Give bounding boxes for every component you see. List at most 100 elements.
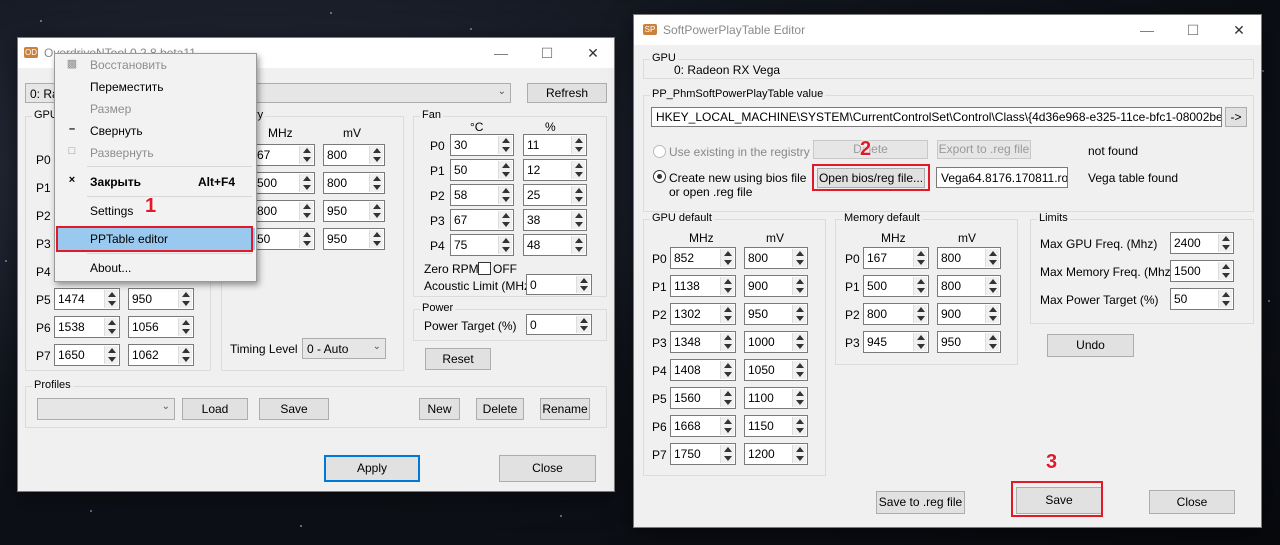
gpu-voltage-stepper[interactable]: 1062: [128, 344, 194, 366]
spin-arrows-icon[interactable]: [498, 136, 512, 154]
editor-titlebar[interactable]: SP SoftPowerPlayTable Editor — ☐ ✕: [634, 15, 1261, 45]
spin-arrows-icon[interactable]: [571, 136, 585, 154]
fan-temp-stepper[interactable]: 50: [450, 159, 514, 181]
registry-go-button[interactable]: ->: [1225, 107, 1247, 127]
spin-arrows-icon[interactable]: [792, 361, 806, 379]
gpu-default-voltage-stepper[interactable]: 950: [744, 303, 808, 325]
memory-default-voltage-stepper[interactable]: 900: [937, 303, 1001, 325]
minimize-icon[interactable]: —: [1124, 15, 1170, 45]
minimize-icon[interactable]: —: [478, 38, 524, 68]
spin-arrows-icon[interactable]: [720, 277, 734, 295]
spin-arrows-icon[interactable]: [104, 346, 118, 364]
menu-move[interactable]: Переместить: [56, 76, 255, 97]
gpu-default-clock-stepper[interactable]: 1560: [670, 387, 736, 409]
menu-about[interactable]: About...: [56, 257, 255, 278]
memory-voltage-stepper[interactable]: 800: [323, 172, 385, 194]
memory-default-voltage-stepper[interactable]: 950: [937, 331, 1001, 353]
menu-maximize[interactable]: □ Развернуть: [56, 142, 255, 163]
use-existing-radio[interactable]: [653, 145, 666, 158]
delete-profile-button[interactable]: Delete: [476, 398, 524, 420]
spin-arrows-icon[interactable]: [792, 249, 806, 267]
save-profile-button[interactable]: Save: [259, 398, 329, 420]
gpu-default-voltage-stepper[interactable]: 900: [744, 275, 808, 297]
gpu-default-clock-stepper[interactable]: 852: [670, 247, 736, 269]
memory-default-clock-stepper[interactable]: 167: [863, 247, 929, 269]
close-button[interactable]: Close: [499, 455, 596, 482]
memory-voltage-stepper[interactable]: 950: [323, 228, 385, 250]
memory-default-clock-stepper[interactable]: 945: [863, 331, 929, 353]
gpu-default-voltage-stepper[interactable]: 1100: [744, 387, 808, 409]
memory-default-voltage-stepper[interactable]: 800: [937, 247, 1001, 269]
gpu-default-voltage-stepper[interactable]: 1050: [744, 359, 808, 381]
spin-arrows-icon[interactable]: [913, 305, 927, 323]
spin-arrows-icon[interactable]: [299, 174, 313, 192]
spin-arrows-icon[interactable]: [985, 249, 999, 267]
spin-arrows-icon[interactable]: [369, 146, 383, 164]
gpu-voltage-stepper[interactable]: 1056: [128, 316, 194, 338]
create-new-radio[interactable]: [653, 170, 666, 183]
spin-arrows-icon[interactable]: [498, 186, 512, 204]
spin-arrows-icon[interactable]: [299, 230, 313, 248]
spin-arrows-icon[interactable]: [369, 174, 383, 192]
undo-button[interactable]: Undo: [1047, 334, 1134, 357]
gpu-default-clock-stepper[interactable]: 1750: [670, 443, 736, 465]
spin-arrows-icon[interactable]: [104, 318, 118, 336]
memory-clock-stepper[interactable]: 500: [253, 172, 315, 194]
spin-arrows-icon[interactable]: [792, 417, 806, 435]
spin-arrows-icon[interactable]: [792, 445, 806, 463]
spin-arrows-icon[interactable]: [985, 277, 999, 295]
fan-temp-stepper[interactable]: 30: [450, 134, 514, 156]
spin-arrows-icon[interactable]: [369, 230, 383, 248]
maximize-icon[interactable]: ☐: [1170, 15, 1216, 45]
memory-default-clock-stepper[interactable]: 500: [863, 275, 929, 297]
spin-arrows-icon[interactable]: [571, 186, 585, 204]
memory-default-clock-stepper[interactable]: 800: [863, 303, 929, 325]
fan-speed-stepper[interactable]: 12: [523, 159, 587, 181]
gpu-default-clock-stepper[interactable]: 1348: [670, 331, 736, 353]
limit-stepper[interactable]: 2400: [1170, 232, 1234, 254]
gpu-default-voltage-stepper[interactable]: 1000: [744, 331, 808, 353]
limit-stepper[interactable]: 1500: [1170, 260, 1234, 282]
fan-speed-stepper[interactable]: 25: [523, 184, 587, 206]
menu-close[interactable]: × Закрыть Alt+F4: [56, 171, 255, 192]
spin-arrows-icon[interactable]: [913, 249, 927, 267]
gpu-clock-stepper[interactable]: 1650: [54, 344, 120, 366]
fan-speed-stepper[interactable]: 38: [523, 209, 587, 231]
power-target-stepper[interactable]: 0: [526, 314, 592, 335]
apply-button[interactable]: Apply: [324, 455, 420, 482]
gpu-default-clock-stepper[interactable]: 1668: [670, 415, 736, 437]
load-button[interactable]: Load: [182, 398, 248, 420]
gpu-default-clock-stepper[interactable]: 1138: [670, 275, 736, 297]
spin-arrows-icon[interactable]: [498, 236, 512, 254]
limit-stepper[interactable]: 50: [1170, 288, 1234, 310]
spin-arrows-icon[interactable]: [985, 333, 999, 351]
gpu-voltage-stepper[interactable]: 950: [128, 288, 194, 310]
fan-speed-stepper[interactable]: 48: [523, 234, 587, 256]
menu-minimize[interactable]: – Свернуть: [56, 120, 255, 141]
close-icon[interactable]: ✕: [570, 38, 616, 68]
spin-arrows-icon[interactable]: [498, 161, 512, 179]
acoustic-limit-stepper[interactable]: 0: [526, 274, 592, 295]
profile-select[interactable]: ⌄: [37, 398, 175, 420]
fan-temp-stepper[interactable]: 75: [450, 234, 514, 256]
reset-button[interactable]: Reset: [425, 348, 491, 370]
rename-profile-button[interactable]: Rename: [540, 398, 590, 420]
spin-arrows-icon[interactable]: [792, 305, 806, 323]
spin-arrows-icon[interactable]: [299, 146, 313, 164]
menu-size[interactable]: Размер: [56, 98, 255, 119]
spin-arrows-icon[interactable]: [720, 417, 734, 435]
spin-arrows-icon[interactable]: [104, 290, 118, 308]
fan-temp-stepper[interactable]: 58: [450, 184, 514, 206]
spin-arrows-icon[interactable]: [576, 276, 590, 293]
maximize-icon[interactable]: ☐: [524, 38, 570, 68]
export-reg-button[interactable]: Export to .reg file: [937, 140, 1031, 159]
spin-arrows-icon[interactable]: [720, 361, 734, 379]
refresh-button[interactable]: Refresh: [527, 83, 607, 103]
fan-temp-stepper[interactable]: 67: [450, 209, 514, 231]
spin-arrows-icon[interactable]: [571, 211, 585, 229]
spin-arrows-icon[interactable]: [792, 389, 806, 407]
spin-arrows-icon[interactable]: [913, 277, 927, 295]
spin-arrows-icon[interactable]: [720, 249, 734, 267]
gpu-default-clock-stepper[interactable]: 1408: [670, 359, 736, 381]
spin-arrows-icon[interactable]: [720, 305, 734, 323]
